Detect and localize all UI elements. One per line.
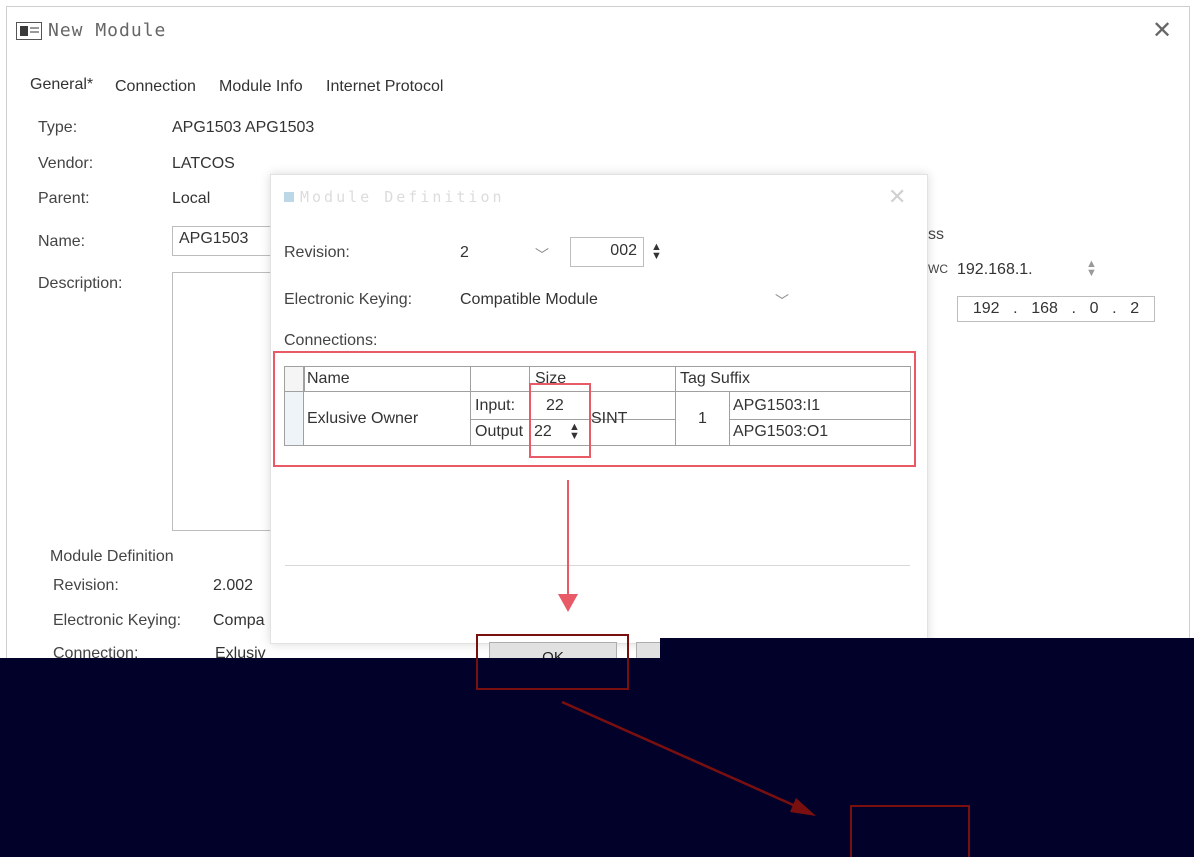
dark-arrow-line: [561, 700, 801, 810]
target-highlight: [850, 805, 970, 857]
dark-arrow-head: [790, 798, 816, 816]
annotation-arrow: [561, 700, 816, 816]
